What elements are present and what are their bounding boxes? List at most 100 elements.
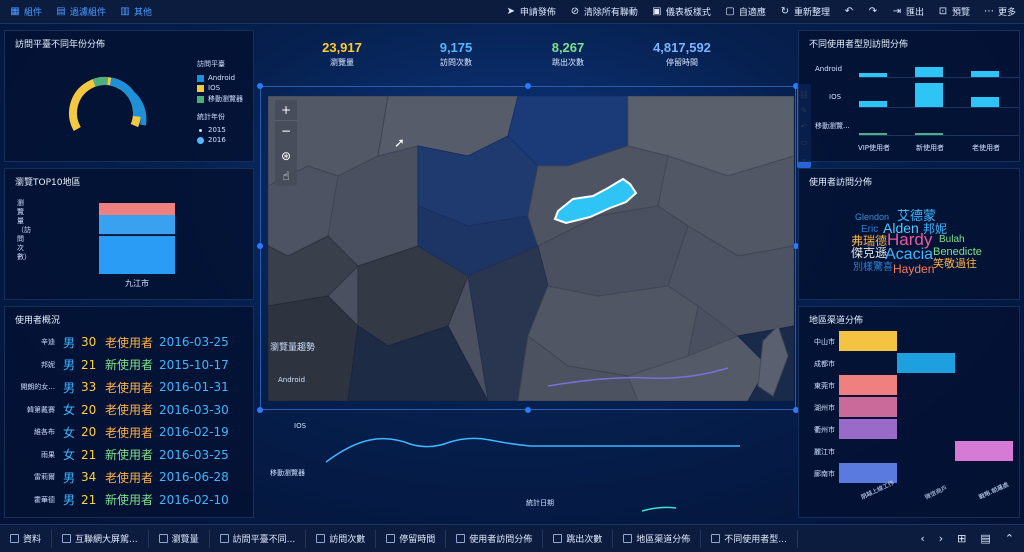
more-icon: ⋯: [983, 5, 994, 17]
bar[interactable]: [859, 73, 887, 77]
word[interactable]: 笑敬過往: [933, 259, 977, 270]
top10-panel[interactable]: 瀏覽TOP10地區 瀏覽量（訪問次數） 九江市: [4, 168, 254, 300]
word[interactable]: Acacia: [885, 247, 933, 263]
bar[interactable]: [971, 71, 999, 77]
kpi-pageviews[interactable]: 23,917 瀏覽量: [300, 40, 384, 68]
resize-handle[interactable]: [257, 243, 263, 249]
user-name: 維各布: [34, 428, 55, 436]
user-row[interactable]: 辛迪男 30 老使用者 2016-03-25: [13, 331, 253, 353]
undo-button[interactable]: ↶: [844, 5, 854, 18]
channel-bar[interactable]: [839, 397, 897, 417]
bar[interactable]: [915, 83, 943, 107]
legend-ios[interactable]: IOS: [197, 84, 243, 92]
user-row[interactable]: 邦妮男 21 新使用者 2015-10-17: [13, 354, 253, 376]
clear-links-button[interactable]: ⊘ 清除所有聯動: [570, 5, 638, 18]
user-row[interactable]: 雨果女 21 新使用者 2016-03-25: [13, 444, 253, 466]
tab-item[interactable]: 跳出次數: [543, 529, 614, 548]
tab-icon: [386, 534, 396, 543]
collapse-icon[interactable]: ⌃: [1005, 532, 1014, 545]
more-button[interactable]: ⋯ 更多: [984, 5, 1016, 18]
user-row[interactable]: 維各布女 20 老使用者 2016-02-19: [13, 421, 253, 443]
zoom-in-button[interactable]: +: [275, 100, 297, 120]
channel-panel[interactable]: 地區渠道分佈 中山市 成都市 東莞市 湖州市 衢州市 麗江市 廊南市 朋越上線工作 微信商戶…: [798, 306, 1020, 518]
other-menu[interactable]: ▥ 其他: [120, 5, 152, 18]
top10-bar-segment[interactable]: [99, 236, 175, 274]
word[interactable]: 傑克遜: [851, 247, 887, 259]
bar[interactable]: [859, 133, 887, 135]
user-row[interactable]: 霍華德男 21 新使用者 2016-02-10: [13, 489, 253, 511]
dashboard-style-button[interactable]: ▣ 儀表板樣式: [652, 5, 711, 18]
add-component-icon[interactable]: ▤: [980, 532, 990, 545]
user-row[interactable]: 開朗的女... 男 33 老使用者 2016-01-31: [13, 376, 253, 398]
word[interactable]: Bulah: [939, 235, 965, 245]
user-name: 雷莉爾: [34, 473, 55, 481]
user-row[interactable]: 韓第戴賽女 20 老使用者 2016-03-30: [13, 399, 253, 421]
kpi-dwell-time[interactable]: 4,817,592 停留時間: [634, 40, 730, 68]
autofit-button[interactable]: ▢ 自適應: [725, 5, 766, 18]
legend-year-2015[interactable]: 2015: [197, 126, 243, 134]
tab-item[interactable]: 地區渠道分佈: [613, 529, 702, 548]
legend-android[interactable]: Android: [197, 74, 243, 82]
tab-item[interactable]: 不同使用者型...: [701, 529, 798, 548]
user-date: 2016-01-31: [159, 380, 229, 394]
preview-button[interactable]: ⊡ 預覽: [938, 5, 970, 18]
user-type: 老使用者: [105, 425, 154, 440]
chevron-left-icon[interactable]: ‹: [920, 532, 924, 545]
redo-button[interactable]: ↷: [868, 5, 878, 18]
data-tab[interactable]: 資料: [0, 529, 53, 548]
panel-title: 訪問平臺不同年份分佈: [15, 40, 106, 50]
top10-bar-segment[interactable]: [99, 203, 175, 215]
refresh-button[interactable]: ↻ 重新整理: [780, 5, 830, 18]
resize-handle[interactable]: [257, 83, 263, 89]
top10-bar-segment[interactable]: [99, 215, 175, 235]
channel-bar[interactable]: [955, 441, 1013, 461]
bar[interactable]: [915, 67, 943, 77]
word[interactable]: Hayden: [893, 263, 934, 275]
age-distribution-panel[interactable]: 訪問平臺不同年份分佈 訪問平臺 Android IOS 移動瀏覽器 統計年份 2…: [4, 30, 254, 162]
bottom-tabbar: 資料 互聯網大屏駕... 瀏覽量 訪問平臺不同... 訪問次數 停留時間 使用者訪問分佈 跳出…: [0, 524, 1024, 552]
word[interactable]: Benedicte: [933, 247, 982, 258]
tab-item[interactable]: 互聯網大屏駕...: [52, 529, 149, 548]
chevron-right-icon[interactable]: ›: [939, 532, 943, 545]
locate-icon[interactable]: ⊛: [275, 146, 297, 166]
data-icon: [10, 534, 19, 543]
user-name: 霍華德: [34, 495, 55, 504]
bar[interactable]: [971, 97, 999, 107]
tab-item[interactable]: 瀏覽量: [149, 529, 210, 548]
panel-title: 使用者概況: [15, 316, 61, 326]
user-age: 21: [81, 357, 97, 372]
channel-bar[interactable]: [839, 375, 897, 395]
tab-item[interactable]: 訪問次數: [306, 529, 377, 548]
legend-year-2016[interactable]: 2016: [197, 136, 243, 144]
bar[interactable]: [859, 101, 887, 107]
export-button[interactable]: ⇥ 匯出: [892, 5, 924, 18]
tab-item[interactable]: 訪問平臺不同...: [210, 529, 307, 548]
channel-bar[interactable]: [839, 331, 897, 351]
tab-item[interactable]: 停留時間: [376, 529, 447, 548]
tab-item[interactable]: 使用者訪問分佈: [446, 529, 544, 548]
trend-panel[interactable]: 瀏覽量趨勢 Android IOS 移動瀏覽器 統計日期: [260, 334, 796, 518]
publish-button[interactable]: ➤ 申請發佈: [506, 5, 556, 18]
bar[interactable]: [915, 133, 943, 135]
pan-hand-icon[interactable]: ☝: [275, 166, 297, 186]
components-menu[interactable]: ▦ 組件: [10, 5, 42, 18]
channel-bar[interactable]: [839, 419, 897, 439]
user-date: 2015-10-17: [159, 357, 229, 372]
user-sex: 男: [63, 358, 76, 372]
user-row[interactable]: 雷莉爾男 34 老使用者 2016-06-28: [13, 466, 253, 488]
word[interactable]: 別樣驚喜: [853, 263, 893, 273]
kpi-visits[interactable]: 9,175 訪問次數: [414, 40, 498, 68]
kpi-bounces[interactable]: 8,267 跳出次數: [526, 40, 610, 68]
user-type-panel[interactable]: 不同使用者型別訪問分佈 Android IOS 移動瀏覽... VIP使用者 新…: [798, 30, 1020, 162]
legend-browser[interactable]: 移動瀏覽器: [197, 94, 243, 104]
filter-icon: ▤: [56, 5, 66, 17]
style-icon: ▣: [652, 5, 662, 17]
zoom-out-button[interactable]: −: [275, 120, 297, 140]
filter-components-menu[interactable]: ▤ 過濾組件: [56, 5, 106, 18]
channel-bar[interactable]: [897, 353, 955, 373]
visit-distribution-panel[interactable]: 使用者訪問分佈 Glendon 艾德蒙 Eric Alden 邦妮 弗瑞德 Ha…: [798, 168, 1020, 300]
resize-handle[interactable]: [525, 83, 531, 89]
trend-row-label: Android: [278, 376, 306, 384]
donut-chart: [69, 76, 147, 149]
add-tab-icon[interactable]: ⊞: [957, 532, 966, 545]
